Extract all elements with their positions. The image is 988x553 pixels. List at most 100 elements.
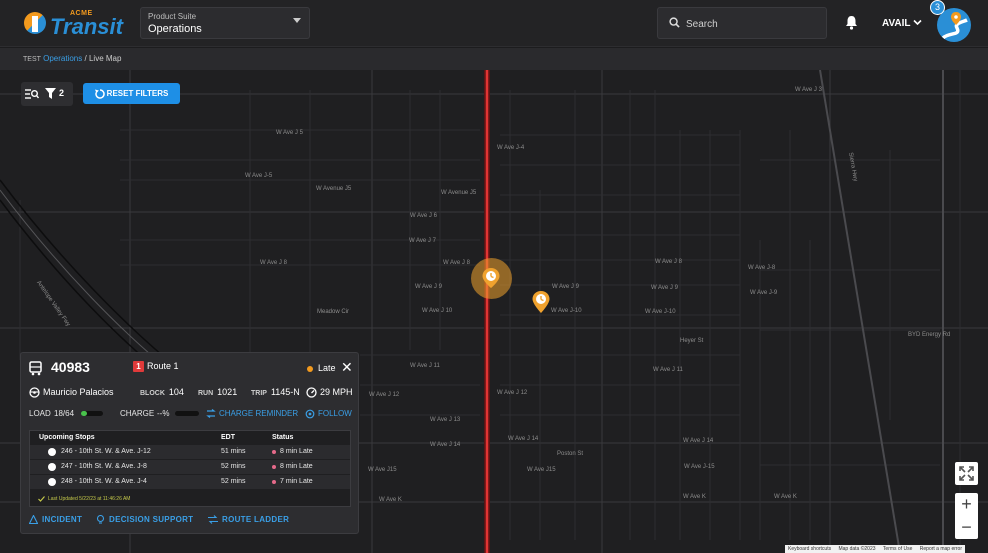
stop-name: 247 - 10th St. W. & Ave. J-8: [61, 463, 147, 470]
list-search-icon[interactable]: [25, 88, 39, 100]
stops-header-status: Status: [272, 434, 294, 441]
run-field: RUN 1021: [198, 387, 237, 397]
search-box[interactable]: [657, 7, 827, 39]
reset-filters-button[interactable]: RESET FILTERS: [83, 83, 180, 104]
street-label: W Ave J15: [527, 467, 556, 473]
bell-icon[interactable]: [845, 15, 858, 30]
close-button[interactable]: ✕: [341, 360, 353, 374]
product-suite-select[interactable]: Product Suite Operations: [140, 7, 310, 39]
stop-marker-icon: [48, 463, 56, 471]
street-label: W Ave J-10: [645, 309, 676, 315]
user-status-label[interactable]: AVAIL: [882, 18, 911, 29]
status-badge: Late: [307, 363, 336, 373]
logo-brand-large: Transit: [50, 14, 123, 39]
checkmark-icon: [38, 496, 45, 502]
stops-header-edt: EDT: [221, 434, 235, 441]
charge-reminder-button[interactable]: CHARGE REMINDER: [206, 409, 298, 419]
charge-reminder-icon: [206, 409, 216, 419]
street-label: W Ave J 14: [683, 438, 714, 444]
speedometer-icon: [306, 387, 317, 398]
street-label: W Ave J 12: [369, 392, 400, 398]
load-bar: [81, 411, 103, 416]
last-updated: Last Updated 5/22/23 at 11:46:26 AM: [48, 496, 131, 502]
route-tag[interactable]: 1 Route 1: [133, 361, 179, 372]
map-data-label: Map data ©2023: [838, 546, 876, 552]
trip-value: 1145-N: [270, 387, 300, 397]
street-label: W Ave J 10: [422, 308, 453, 314]
vehicle-detail-panel: 40983 1 Route 1 Late ✕ Mauricio Palacios …: [20, 352, 359, 534]
clock-pin-icon[interactable]: [481, 267, 501, 289]
street-label: W Ave J-10: [551, 308, 582, 314]
terms-link[interactable]: Terms of Use: [880, 546, 915, 552]
stop-status: 8 min Late: [280, 448, 313, 455]
notification-badge: 3: [930, 0, 945, 15]
breadcrumb-prefix: TEST: [23, 56, 41, 63]
street-label: W Ave J 14: [508, 436, 539, 442]
zoom-in-button[interactable]: +: [955, 493, 978, 516]
stop-status: 8 min Late: [280, 463, 313, 470]
street-label: W Avenue J5: [441, 190, 477, 196]
street-label: W Ave J15: [368, 467, 397, 473]
breadcrumb-link-operations[interactable]: Operations: [43, 54, 82, 63]
table-row[interactable]: 247 - 10th St. W. & Ave. J-8 52 mins 8 m…: [30, 460, 350, 474]
report-error-link[interactable]: Report a map error: [917, 546, 965, 552]
status-dot: [272, 450, 276, 454]
zoom-out-button[interactable]: −: [955, 516, 978, 539]
lightbulb-icon: [96, 515, 105, 524]
route-number: 1: [133, 361, 144, 372]
street-label: W Ave J-9: [750, 290, 778, 296]
decision-support-button[interactable]: DECISION SUPPORT: [96, 515, 193, 524]
street-label: W Avenue J5: [316, 186, 352, 192]
street-label: W Ave K: [683, 494, 706, 500]
street-label: Poston St: [557, 451, 584, 457]
follow-label: FOLLOW: [318, 409, 352, 419]
route-ladder-label: ROUTE LADDER: [222, 515, 290, 524]
block-label: BLOCK: [140, 390, 165, 397]
chevron-down-icon[interactable]: [913, 19, 922, 26]
filter-count: 2: [59, 88, 65, 98]
incident-button[interactable]: INCIDENT: [28, 514, 83, 525]
search-icon: [669, 17, 680, 28]
street-label: Heyer St: [680, 338, 704, 344]
street-label: W Ave K: [774, 494, 797, 500]
map-tools: 2: [21, 82, 73, 106]
table-row[interactable]: 246 - 10th St. W. & Ave. J-12 51 mins 8 …: [30, 445, 350, 459]
block-field: BLOCK 104: [140, 387, 184, 397]
filter-icon[interactable]: [45, 88, 56, 100]
stops-header-stop: Upcoming Stops: [39, 434, 95, 441]
fullscreen-button[interactable]: [955, 462, 978, 485]
run-value: 1021: [217, 387, 238, 397]
charge-label: CHARGE: [120, 409, 155, 418]
clock-pin-icon[interactable]: [531, 290, 551, 314]
street-label: W Ave K: [379, 497, 402, 503]
street-label: W Ave J-8: [748, 265, 776, 271]
stop-edt: 51 mins: [221, 448, 246, 455]
breadcrumb-separator: /: [84, 54, 87, 63]
acme-transit-logo[interactable]: ACME Transit: [22, 8, 123, 40]
trip-label: TRIP: [251, 390, 267, 397]
street-label: W Ave J 8: [443, 260, 470, 266]
incident-label: INCIDENT: [42, 515, 83, 524]
street-label: W Ave J 14: [430, 442, 461, 448]
table-row[interactable]: 248 - 10th St. W. & Ave. J-4 52 mins 7 m…: [30, 475, 350, 489]
street-label: W Ave J 7: [409, 238, 436, 244]
reset-filters-label: RESET FILTERS: [106, 89, 169, 98]
route-ladder-button[interactable]: ROUTE LADDER: [208, 515, 290, 525]
street-label: W Ave J 9: [552, 284, 579, 290]
stop-status: 7 min Late: [280, 478, 313, 485]
load-label: LOAD: [29, 409, 51, 418]
keyboard-shortcuts-link[interactable]: Keyboard shortcuts: [785, 546, 834, 552]
charge-value: --%: [157, 409, 170, 418]
street-label: W Ave J 9: [415, 284, 442, 290]
route-ladder-icon: [208, 515, 218, 525]
search-input[interactable]: [686, 14, 816, 34]
breadcrumb-current: Live Map: [88, 54, 122, 63]
street-label: W Ave J 5: [276, 130, 303, 136]
product-suite-label: Product Suite: [148, 12, 197, 21]
street-label: W Ave J 11: [653, 367, 683, 373]
street-label: W Ave J 6: [410, 213, 437, 219]
breadcrumb: TEST Operations / Live Map: [0, 48, 988, 70]
reset-icon: [94, 89, 105, 99]
street-label: W Ave J-15: [684, 464, 715, 470]
follow-button[interactable]: FOLLOW: [305, 409, 352, 419]
